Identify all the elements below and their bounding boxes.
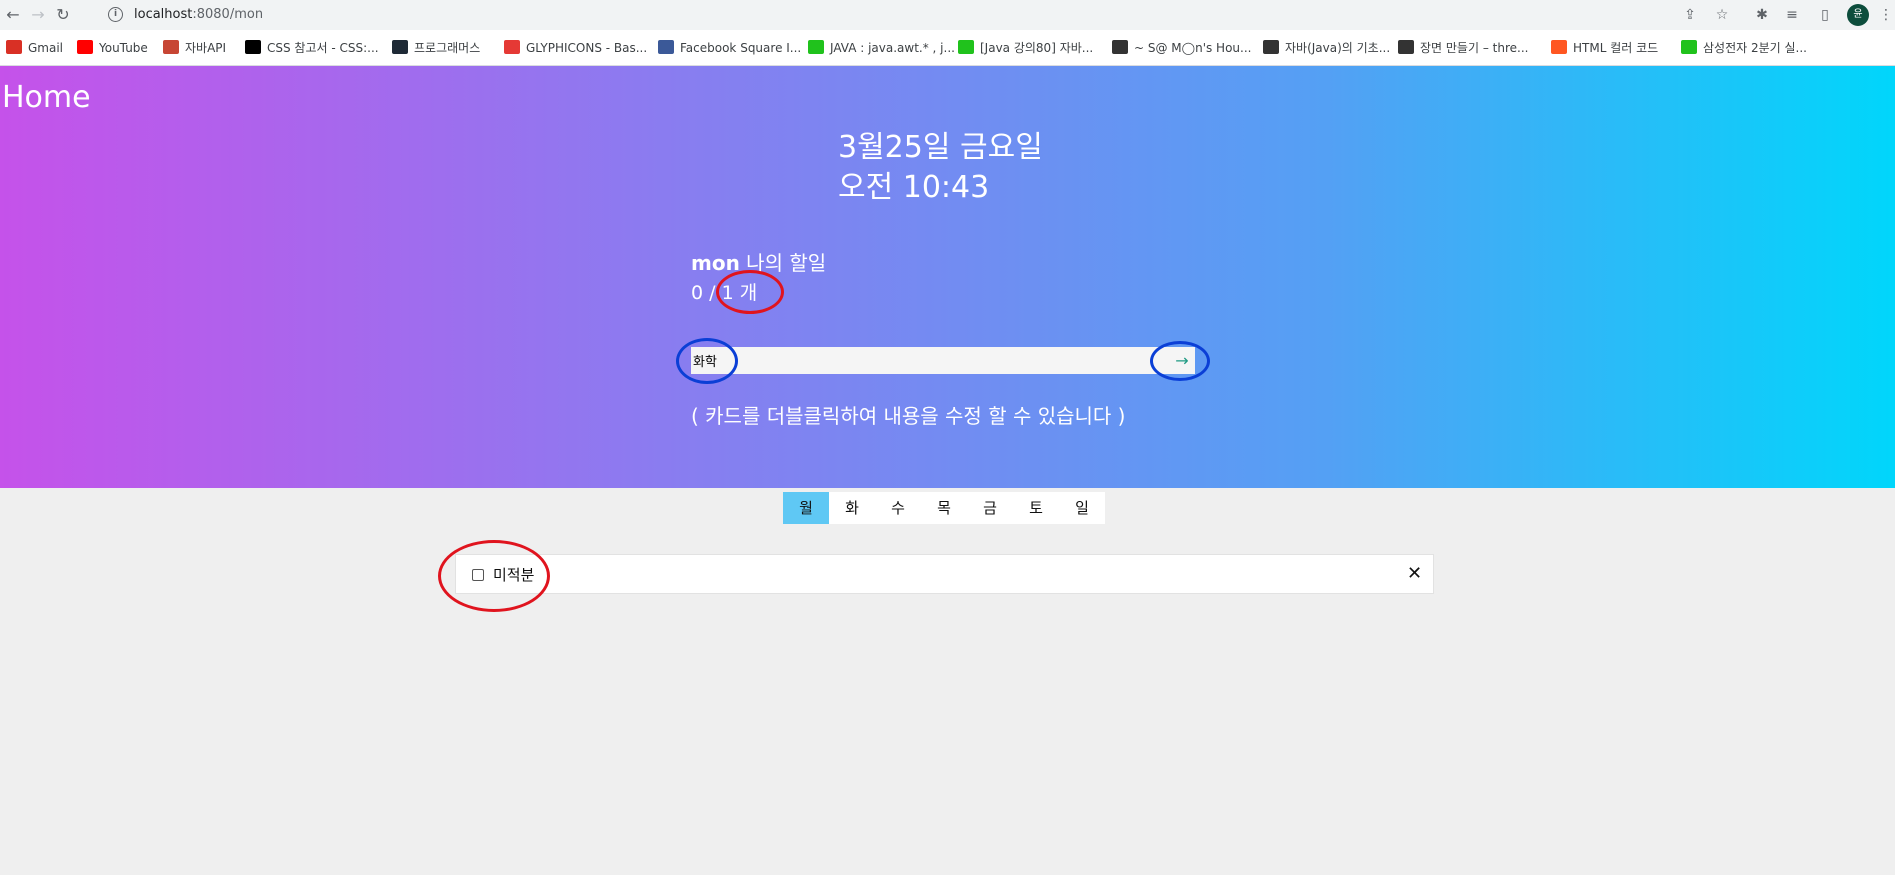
bookmark-item[interactable]: Facebook Square I... [658,38,801,58]
todo-input-wrapper [691,347,1195,374]
date-time: 3월25일 금요일 오전 10:43 [838,128,1043,208]
bookmark-label: 프로그래머스 [414,41,481,55]
day-tab[interactable]: 토 [1013,492,1059,524]
browser-toolbar: ← → ↻ i localhost:8080/mon ⇪ ☆ ✱ ≡ ▯ 윤 ⋮ [0,0,1895,30]
bookmark-favicon-icon [6,40,22,54]
bookmark-label: [Java 강의80] 자바... [980,41,1094,55]
todo-title: mon 나의 할일 [691,250,826,277]
todo-user: mon [691,251,740,275]
bookmark-item[interactable]: 자바(Java)의 기초... [1263,38,1390,58]
bookmark-item[interactable]: [Java 강의80] 자바... [958,38,1093,58]
bookmark-favicon-icon [1551,40,1567,54]
todo-checkbox[interactable] [472,569,484,581]
bookmark-favicon-icon [808,40,824,54]
bookmark-item[interactable]: Gmail [6,38,63,58]
bookmark-label: JAVA : java.awt.* , j... [830,41,955,55]
day-tab[interactable]: 수 [875,492,921,524]
bookmark-item[interactable]: JAVA : java.awt.* , j... [808,38,955,58]
bookmark-item[interactable]: HTML 컬러 코드 [1551,38,1658,58]
bookmark-favicon-icon [1681,40,1697,54]
bookmark-favicon-icon [958,40,974,54]
url-host: localhost [134,7,193,22]
bookmark-label: 자바(Java)의 기초... [1285,41,1391,55]
date-text: 3월25일 금요일 [838,130,1043,165]
bookmark-item[interactable]: 삼성전자 2분기 실... [1681,38,1807,58]
todo-input[interactable] [691,347,1151,374]
hero-section: Home 3월25일 금요일 오전 10:43 mon 나의 할일 0 / 1 … [0,66,1895,488]
day-tab[interactable]: 금 [967,492,1013,524]
day-tab[interactable]: 화 [829,492,875,524]
bookmark-item[interactable]: 자바API [163,38,226,58]
day-tab[interactable]: 일 [1059,492,1105,524]
bookmark-label: ~ S@ M◯n's Hou... [1134,41,1252,55]
bookmark-label: 삼성전자 2분기 실... [1703,41,1807,55]
bookmark-favicon-icon [163,40,179,54]
day-tabs: 월화수목금토일 [783,492,1105,524]
reload-icon[interactable]: ↻ [52,4,74,26]
forward-icon[interactable]: → [27,4,49,26]
edit-hint: ( 카드를 더블클릭하여 내용을 수정 할 수 있습니다 ) [691,404,1126,428]
todo-title-suffix: 나의 할일 [739,251,827,275]
back-icon[interactable]: ← [2,4,24,26]
bookmark-label: Facebook Square I... [680,41,802,55]
bookmark-label: CSS 참고서 - CSS:... [267,41,379,55]
star-icon[interactable]: ☆ [1712,5,1732,25]
todo-item-label: 미적분 [493,566,535,584]
address-bar[interactable]: i localhost:8080/mon [100,2,1740,28]
bookmark-item[interactable]: CSS 참고서 - CSS:... [245,38,379,58]
bookmark-favicon-icon [1112,40,1128,54]
submit-arrow-icon[interactable]: → [1172,349,1192,372]
url-text: localhost:8080/mon [134,7,263,22]
time-text: 오전 10:43 [838,170,990,205]
todo-count: 0 / 1 개 [691,282,758,304]
bookmark-label: 장면 만들기 – thre... [1420,41,1529,55]
extensions-icon[interactable]: ✱ [1752,5,1772,25]
bookmark-item[interactable]: 프로그래머스 [392,38,480,58]
bookmark-favicon-icon [504,40,520,54]
share-icon[interactable]: ⇪ [1680,5,1700,25]
side-panel-icon[interactable]: ▯ [1815,5,1835,25]
bookmark-favicon-icon [392,40,408,54]
bookmark-favicon-icon [1263,40,1279,54]
bookmarks-bar: Gmail YouTube 자바API CSS 참고서 - CSS:... 프로그래머스… [0,30,1895,66]
day-tab[interactable]: 월 [783,492,829,524]
todo-card[interactable]: 미적분 ✕ [455,554,1434,594]
bookmark-item[interactable]: YouTube [77,38,148,58]
profile-avatar[interactable]: 윤 [1847,4,1869,26]
bookmark-label: GLYPHICONS - Bas... [526,41,648,55]
url-path: :8080/mon [192,7,264,22]
bookmark-item[interactable]: ~ S@ M◯n's Hou... [1112,38,1251,58]
bookmark-label: 자바API [185,41,227,55]
bookmark-favicon-icon [245,40,261,54]
bookmark-label: YouTube [99,41,148,55]
bookmark-item[interactable]: GLYPHICONS - Bas... [504,38,647,58]
bookmark-favicon-icon [658,40,674,54]
close-icon[interactable]: ✕ [1407,563,1422,584]
bookmark-label: HTML 컬러 코드 [1573,41,1659,55]
menu-icon[interactable]: ⋮ [1876,5,1895,25]
reading-list-icon[interactable]: ≡ [1782,5,1802,25]
bookmark-favicon-icon [1398,40,1414,54]
home-link[interactable]: Home [2,80,91,115]
bookmark-item[interactable]: 장면 만들기 – thre... [1398,38,1528,58]
site-info-icon[interactable]: i [108,7,123,22]
bookmark-favicon-icon [77,40,93,54]
day-tab[interactable]: 목 [921,492,967,524]
bookmark-label: Gmail [28,41,64,55]
